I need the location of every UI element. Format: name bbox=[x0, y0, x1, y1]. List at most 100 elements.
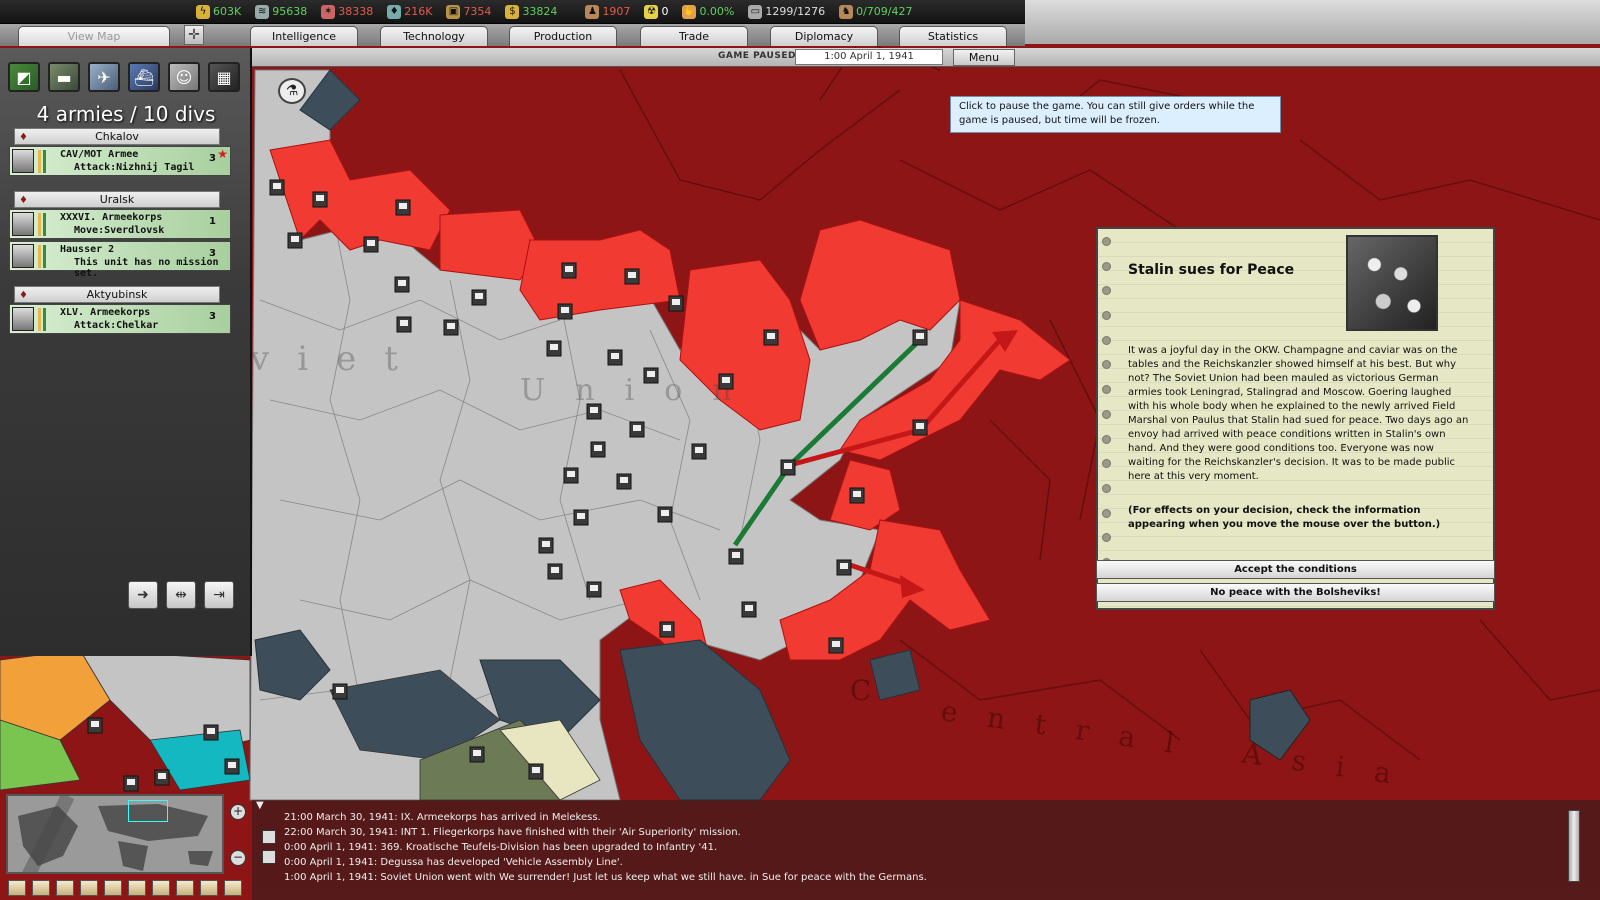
unit-counter-symbol bbox=[475, 293, 483, 299]
manpower-icon: ♟ bbox=[585, 4, 600, 19]
resource-value: 0/709/427 bbox=[856, 5, 913, 18]
plus-icon[interactable]: ✛ bbox=[184, 25, 204, 45]
terrain-map-mode-icon[interactable]: ◩ bbox=[8, 62, 40, 92]
hq-emblem-icon: ♦ bbox=[19, 290, 28, 301]
leader-filter-icon[interactable]: ☺ bbox=[168, 62, 200, 92]
division-count: 3 bbox=[209, 248, 216, 259]
hq-header-chkalov[interactable]: ♦ Chkalov bbox=[14, 128, 220, 145]
shortcut-icon[interactable] bbox=[176, 880, 194, 896]
hq-emblem-icon: ♦ bbox=[19, 195, 28, 206]
tab-statistics[interactable]: Statistics bbox=[899, 26, 1007, 46]
log-line: 1:00 April 1, 1941: Soviet Union went wi… bbox=[284, 872, 927, 883]
menu-button[interactable]: Menu bbox=[953, 49, 1015, 66]
unit-counter-symbol bbox=[399, 203, 407, 209]
resource-metal[interactable]: ≋ 95638 bbox=[255, 4, 307, 19]
resource-money[interactable]: $33824 bbox=[505, 4, 557, 19]
unit-counter-symbol bbox=[663, 625, 671, 631]
split-units-icon[interactable]: ⇹ bbox=[166, 581, 196, 609]
shortcut-icon[interactable] bbox=[8, 880, 26, 896]
naval-units-filter-icon[interactable]: ⛴ bbox=[128, 62, 160, 92]
resource-value: 216K bbox=[404, 5, 433, 18]
division-count: 3 bbox=[209, 311, 216, 322]
unit-name: Hausser 2 bbox=[60, 244, 115, 255]
merge-units-icon[interactable]: ⇥ bbox=[204, 581, 234, 609]
event-description: It was a joyful day in the OKW. Champagn… bbox=[1128, 345, 1469, 482]
unit-counter-symbol bbox=[565, 266, 573, 272]
resource-rare-materials[interactable]: ✶ 38338 bbox=[321, 4, 373, 19]
log-entry-icon[interactable] bbox=[262, 850, 276, 864]
tab-production[interactable]: Production bbox=[509, 26, 617, 46]
unit-row[interactable]: CAV/MOT Armee Attack:Nizhnij Tagil 3 ★ bbox=[9, 146, 231, 176]
shortcut-icon[interactable] bbox=[152, 880, 170, 896]
zoom-out-icon[interactable]: − bbox=[230, 850, 246, 866]
hq-filter-icon[interactable]: ▦ bbox=[208, 62, 240, 92]
resource-value: 0.00% bbox=[699, 5, 735, 18]
resource-transport[interactable]: ▭ 1299/1276 bbox=[748, 4, 825, 19]
unit-counter-symbol bbox=[551, 567, 559, 573]
attack-star-icon: ★ bbox=[217, 147, 228, 161]
zoom-in-icon[interactable]: + bbox=[230, 804, 246, 820]
minimap[interactable] bbox=[6, 794, 224, 874]
accept-conditions-button[interactable]: Accept the conditions bbox=[1096, 560, 1495, 579]
resource-oil[interactable]: ♦ 216K bbox=[387, 4, 433, 19]
resource-nuclear[interactable]: ☢ 0 bbox=[644, 4, 668, 19]
resource-energy[interactable]: ϟ 603K bbox=[196, 4, 241, 19]
leader-portrait bbox=[12, 307, 34, 331]
log-scrollbar[interactable] bbox=[1568, 810, 1580, 882]
unit-counter-symbol bbox=[542, 541, 550, 547]
unit-name: XLV. Armeekorps bbox=[60, 307, 151, 318]
tab-diplomacy[interactable]: Diplomacy bbox=[770, 26, 878, 46]
unit-row[interactable]: XXXVI. Armeekorps Move:Sverdlovsk 1 bbox=[9, 209, 231, 239]
shortcut-icon[interactable] bbox=[32, 880, 50, 896]
unit-row[interactable]: XLV. Armeekorps Attack:Chelkar 3 bbox=[9, 304, 231, 334]
move-order-icon[interactable]: ➜ bbox=[128, 581, 158, 609]
shortcut-icon[interactable] bbox=[200, 880, 218, 896]
strength-bars bbox=[38, 308, 52, 331]
shortcut-icon[interactable] bbox=[128, 880, 146, 896]
minimap-viewport[interactable] bbox=[128, 800, 168, 822]
tab-technology[interactable]: Technology bbox=[380, 26, 488, 46]
flask-icon[interactable]: ⚗ bbox=[278, 78, 306, 104]
unit-counter-symbol bbox=[473, 750, 481, 756]
shortcut-icon[interactable] bbox=[224, 880, 242, 896]
unit-mission: Attack:Chelkar bbox=[74, 320, 159, 331]
unit-mission: This unit has no mission set. bbox=[74, 257, 219, 279]
dissent-icon: ✋ bbox=[682, 4, 697, 19]
tab-view-map[interactable]: View Map bbox=[18, 26, 170, 46]
leader-portrait bbox=[12, 244, 34, 268]
armies-count-title: 4 armies / 10 divs bbox=[36, 102, 216, 126]
unit-row[interactable]: Hausser 2 This unit has no mission set. … bbox=[9, 241, 231, 279]
supplies-crate-icon: ▣ bbox=[446, 4, 461, 19]
event-note: (For effects on your decision, check the… bbox=[1128, 505, 1441, 530]
unit-counter-symbol bbox=[661, 510, 669, 516]
resource-supplies[interactable]: ▣ 7354 bbox=[446, 4, 491, 19]
tab-intelligence[interactable]: Intelligence bbox=[250, 26, 358, 46]
shortcut-icon[interactable] bbox=[104, 880, 122, 896]
hq-header-aktyubinsk[interactable]: ♦ Aktyubinsk bbox=[14, 286, 220, 303]
pause-tooltip: Click to pause the game. You can still g… bbox=[950, 96, 1281, 133]
unit-counter-symbol bbox=[532, 767, 540, 773]
leader-portrait bbox=[12, 149, 34, 173]
resource-officers[interactable]: ♞ 0/709/427 bbox=[839, 4, 913, 19]
resource-dissent[interactable]: ✋ 0.00% bbox=[682, 4, 735, 19]
reject-peace-button[interactable]: No peace with the Bolsheviks! bbox=[1096, 583, 1495, 602]
unit-counter-symbol bbox=[273, 183, 281, 189]
unit-counter-symbol bbox=[400, 320, 408, 326]
unit-counter-symbol bbox=[767, 333, 775, 339]
unit-counter-symbol bbox=[695, 447, 703, 453]
hq-label: Uralsk bbox=[99, 193, 135, 206]
hq-header-uralsk[interactable]: ♦ Uralsk bbox=[14, 191, 220, 208]
event-log: 21:00 March 30, 1941: IX. Armeekorps has… bbox=[252, 800, 1600, 900]
land-units-filter-icon[interactable]: ▬ bbox=[48, 62, 80, 92]
log-collapse-icon[interactable]: ▼ bbox=[256, 800, 264, 811]
date-display[interactable]: 1:00 April 1, 1941 bbox=[795, 49, 943, 65]
officers-icon: ♞ bbox=[839, 4, 854, 19]
shortcut-icon[interactable] bbox=[80, 880, 98, 896]
unit-counter-symbol bbox=[840, 563, 848, 569]
log-entry-icon[interactable] bbox=[262, 830, 276, 844]
air-units-filter-icon[interactable]: ✈ bbox=[88, 62, 120, 92]
resource-manpower[interactable]: ♟ 1907 bbox=[585, 4, 630, 19]
leader-portrait bbox=[12, 212, 34, 236]
tab-trade[interactable]: Trade bbox=[640, 26, 748, 46]
shortcut-icon[interactable] bbox=[56, 880, 74, 896]
